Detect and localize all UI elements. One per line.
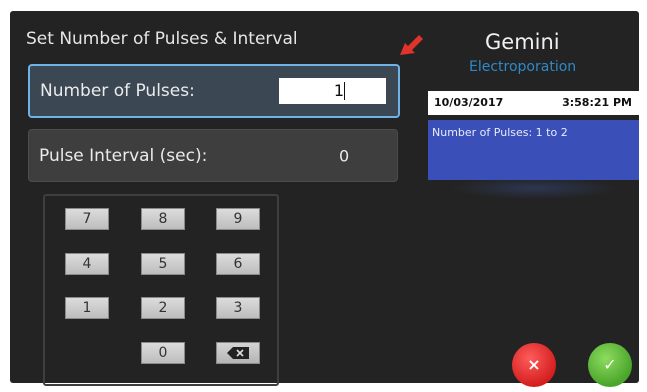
pulse-interval-value: 0: [339, 146, 350, 165]
text-cursor: [344, 82, 345, 100]
brand-name: Gemini: [485, 30, 560, 54]
confirm-button[interactable]: ✓: [588, 343, 632, 387]
screen-title: Set Number of Pulses & Interval: [26, 29, 298, 49]
key-5[interactable]: 5: [141, 253, 185, 275]
backspace-key[interactable]: [216, 342, 260, 364]
number-of-pulses-label: Number of Pulses:: [40, 81, 195, 101]
current-date: 10/03/2017: [434, 96, 504, 109]
key-2[interactable]: 2: [141, 297, 185, 319]
key-0[interactable]: 0: [141, 342, 185, 364]
key-4[interactable]: 4: [65, 253, 109, 275]
cancel-button[interactable]: ×: [512, 343, 556, 387]
info-panel-glow: [450, 177, 620, 199]
key-3[interactable]: 3: [216, 297, 260, 319]
cancel-icon: ×: [527, 355, 541, 374]
key-8[interactable]: 8: [141, 208, 185, 230]
current-time: 3:58:21 PM: [562, 96, 632, 109]
number-of-pulses-field[interactable]: Number of Pulses: 1: [28, 64, 400, 118]
key-1[interactable]: 1: [65, 297, 109, 319]
key-6[interactable]: 6: [216, 253, 260, 275]
pulse-interval-field[interactable]: Pulse Interval (sec): 0: [28, 129, 398, 182]
brand-subtitle: Electroporation: [469, 59, 577, 75]
numeric-keypad: 7 8 9 4 5 6 1 2 3 0: [43, 194, 279, 386]
pulse-interval-label: Pulse Interval (sec):: [39, 145, 208, 166]
checkmark-icon: ✓: [603, 355, 617, 374]
info-message: Number of Pulses: 1 to 2: [432, 126, 568, 139]
key-9[interactable]: 9: [216, 208, 260, 230]
backspace-icon: [227, 347, 249, 359]
back-arrow-graphic: [400, 35, 423, 55]
key-7[interactable]: 7: [65, 208, 109, 230]
info-panel: Number of Pulses: 1 to 2: [428, 120, 639, 180]
back-arrow-icon[interactable]: [397, 28, 427, 58]
screen-panel: Set Number of Pulses & Interval Number o…: [10, 11, 639, 387]
number-of-pulses-input[interactable]: 1: [279, 78, 386, 104]
date-time-bar: 10/03/2017 3:58:21 PM: [428, 91, 639, 115]
